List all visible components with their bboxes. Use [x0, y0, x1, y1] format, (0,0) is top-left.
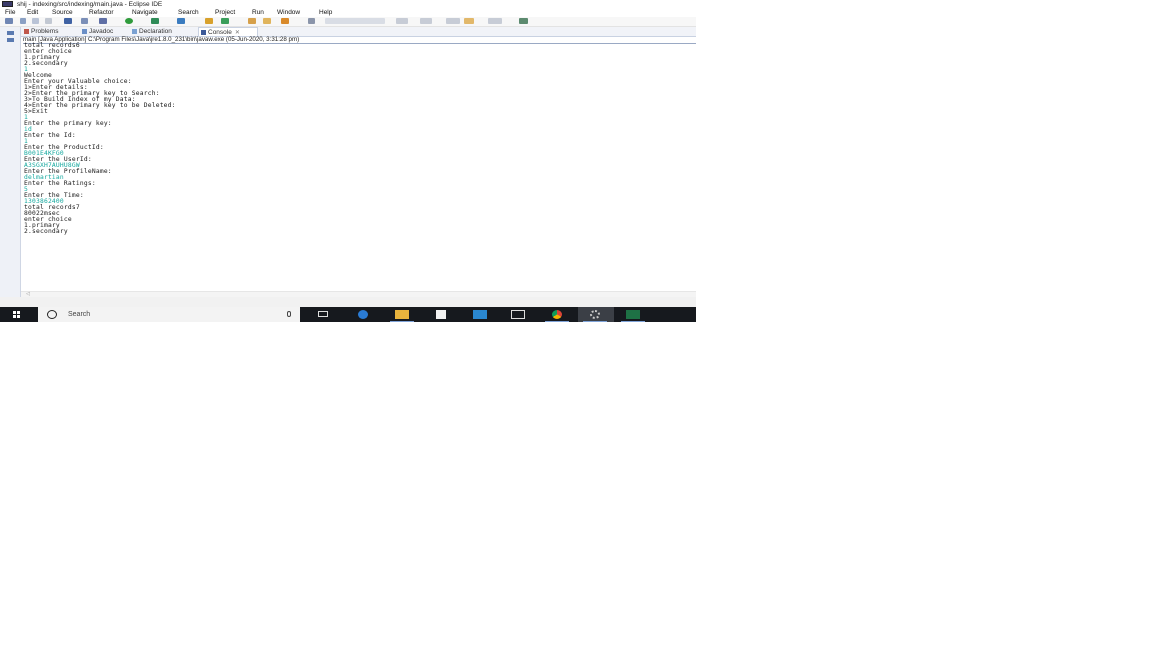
menu-bar: File Edit Source Refactor Navigate Searc… [0, 9, 696, 17]
open-type-icon[interactable] [248, 18, 256, 24]
run-icon[interactable] [125, 18, 133, 24]
window-icon [511, 310, 525, 319]
terminal-icon[interactable] [64, 18, 72, 24]
start-button[interactable] [0, 307, 36, 322]
menu-window[interactable]: Window [277, 9, 300, 17]
tab-javadoc[interactable]: Javadoc [82, 27, 130, 36]
toggle-mark-icon[interactable] [308, 18, 315, 24]
windows-taskbar: Search [0, 307, 696, 322]
problems-icon [24, 29, 29, 34]
console-view[interactable]: main [Java Application] C:\Program Files… [21, 36, 696, 297]
running-indicator [621, 321, 645, 322]
eclipse-app-icon [2, 1, 13, 7]
eclipse-window: shij - indexing/src/indexing/main.java -… [0, 0, 696, 322]
new-icon[interactable] [5, 18, 13, 24]
previous-annotation-icon[interactable] [420, 18, 432, 24]
skip-breakpoints-icon[interactable] [81, 18, 88, 24]
menu-help[interactable]: Help [319, 9, 332, 17]
menu-source[interactable]: Source [52, 9, 73, 17]
restore-icon[interactable] [7, 31, 14, 35]
new-package-icon[interactable] [205, 18, 213, 24]
javadoc-icon [82, 29, 87, 34]
external-tools-icon[interactable] [177, 18, 185, 24]
excel-icon [626, 310, 640, 319]
forward-icon[interactable] [488, 18, 502, 24]
microphone-icon[interactable] [287, 311, 291, 317]
menu-navigate[interactable]: Navigate [132, 9, 158, 17]
taskbar-app-file-explorer[interactable] [385, 307, 419, 322]
folder-icon [395, 310, 409, 319]
back-icon[interactable] [464, 18, 474, 24]
tab-declaration-label: Declaration [139, 28, 172, 35]
annotation-nav-icons[interactable] [325, 18, 385, 24]
open-task-icon[interactable] [263, 18, 271, 24]
last-edit-icon[interactable] [446, 18, 460, 24]
task-view-icon [318, 311, 328, 317]
windows-logo-icon [13, 311, 16, 314]
status-area [0, 297, 696, 307]
task-view-button[interactable] [306, 307, 340, 322]
taskbar-app-window[interactable] [501, 307, 535, 322]
print-icon[interactable] [45, 18, 52, 24]
menu-run[interactable]: Run [252, 9, 264, 17]
taskbar-search-placeholder: Search [68, 311, 91, 318]
taskbar-search-box[interactable]: Search [38, 307, 300, 322]
main-toolbar [0, 17, 696, 27]
chrome-icon [552, 310, 562, 319]
package-explorer-icon[interactable] [7, 38, 14, 42]
coverage-icon[interactable] [151, 18, 159, 24]
next-annotation-icon[interactable] [396, 18, 408, 24]
running-indicator [390, 321, 414, 322]
menu-edit[interactable]: Edit [27, 9, 38, 17]
edge-icon [358, 310, 368, 319]
new-class-icon[interactable] [221, 18, 229, 24]
tab-declaration[interactable]: Declaration [132, 27, 196, 36]
minimized-views-strip [0, 27, 21, 299]
menu-project[interactable]: Project [215, 9, 235, 17]
taskbar-app-chrome[interactable] [540, 307, 574, 322]
tab-problems-label: Problems [31, 28, 59, 35]
windows-logo-pane [13, 315, 16, 318]
console-icon [201, 30, 206, 35]
window-title: shij - indexing/src/indexing/main.java -… [17, 1, 163, 8]
taskbar-app-eclipse[interactable] [578, 307, 614, 322]
eclipse-icon [590, 310, 600, 319]
save-all-icon[interactable] [32, 18, 39, 24]
declaration-icon [132, 29, 137, 34]
console-output-line: 2.secondary [24, 228, 68, 235]
running-indicator [583, 321, 607, 322]
menu-refactor[interactable]: Refactor [89, 9, 114, 17]
console-output[interactable]: total records6 enter choice 1.primary 2.sec… [24, 42, 176, 235]
windows-logo-pane [17, 315, 20, 318]
windows-logo-pane [17, 311, 20, 314]
cortana-icon [47, 310, 57, 319]
menu-file[interactable]: File [5, 9, 15, 17]
taskbar-app-store[interactable] [424, 307, 458, 322]
tab-console[interactable]: Console ✕ [198, 27, 258, 36]
save-icon[interactable] [20, 18, 26, 24]
menu-search[interactable]: Search [178, 9, 199, 17]
store-icon [436, 310, 446, 319]
debug-icon[interactable] [99, 18, 107, 24]
mail-icon [473, 310, 487, 319]
tab-console-label: Console [208, 29, 232, 36]
running-indicator [545, 321, 569, 322]
taskbar-app-edge[interactable] [346, 307, 380, 322]
search-icon[interactable] [281, 18, 289, 24]
taskbar-app-mail[interactable] [463, 307, 497, 322]
tab-problems[interactable]: Problems [24, 27, 79, 36]
title-bar: shij - indexing/src/indexing/main.java -… [0, 0, 696, 9]
taskbar-app-excel[interactable] [616, 307, 650, 322]
tab-javadoc-label: Javadoc [89, 28, 114, 35]
pin-editor-icon[interactable] [519, 18, 528, 24]
